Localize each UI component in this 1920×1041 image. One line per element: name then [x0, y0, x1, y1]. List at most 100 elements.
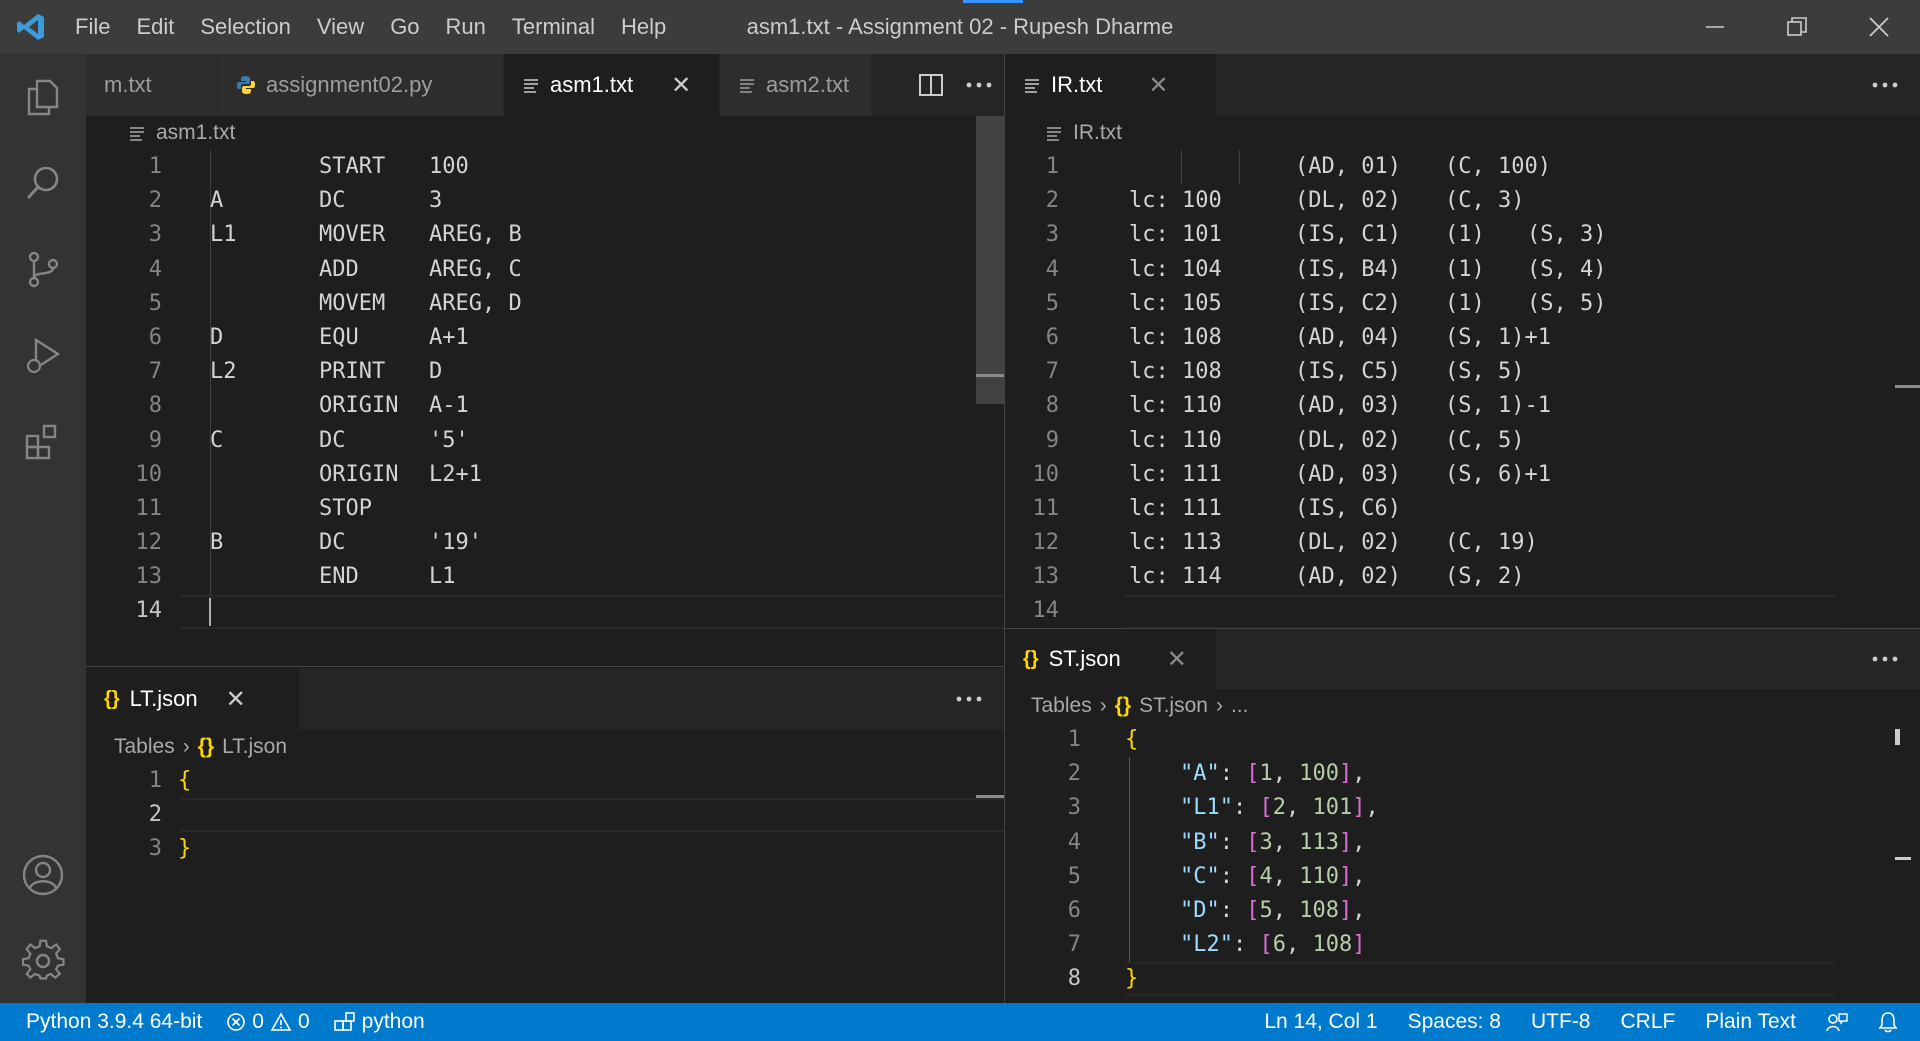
json-number: 113 — [1299, 829, 1339, 855]
menu-run[interactable]: Run — [433, 0, 499, 54]
language-mode[interactable]: Plain Text — [1687, 1003, 1808, 1041]
menu-file[interactable]: File — [62, 0, 123, 54]
error-icon — [227, 1013, 246, 1031]
ir-operand: (S, 1)-1 — [1445, 393, 1551, 419]
minimize-button[interactable] — [1674, 0, 1756, 54]
problems-indicator[interactable]: 0 0 — [214, 1003, 321, 1041]
run-debug-button[interactable] — [0, 312, 86, 398]
code-line: 7 "L2": [6, 108] — [1005, 928, 1920, 962]
menu-selection[interactable]: Selection — [187, 0, 304, 54]
code-line: 11 STOP — [86, 492, 1004, 526]
code-line: 4 lc: 104 (IS, B4) (1) (S, 4) — [1005, 253, 1920, 287]
chevron-right-icon: › — [1099, 694, 1107, 717]
tab-ir-txt[interactable]: IR.txt ✕ — [1005, 54, 1217, 116]
search-button[interactable] — [0, 140, 86, 226]
tab-asm1-txt[interactable]: asm1.txt ✕ — [504, 54, 720, 116]
asm-opcode: START — [319, 154, 386, 179]
settings-button[interactable] — [0, 918, 86, 1004]
python-environment[interactable]: python — [322, 1003, 437, 1041]
ir-opcode: (DL, 02) — [1295, 427, 1401, 453]
extensions-button[interactable] — [0, 398, 86, 484]
tab-m-txt[interactable]: m.txt — [86, 54, 218, 116]
line-number: 12 — [1032, 530, 1060, 556]
breadcrumb-file[interactable]: IR.txt — [1073, 121, 1122, 145]
code-editor-ir[interactable]: 1 (AD, 01) (C, 100) 2 lc: 100 (DL, 02) (C, 3) 3… — [1005, 150, 1920, 628]
breadcrumb-file[interactable]: LT.json — [222, 735, 287, 759]
feedback-button[interactable] — [1808, 1003, 1860, 1041]
more-actions-icon[interactable] — [1872, 81, 1898, 89]
menu-terminal[interactable]: Terminal — [499, 0, 608, 54]
explorer-button[interactable] — [0, 54, 86, 140]
notifications-button[interactable] — [1860, 1003, 1920, 1041]
cursor-position[interactable]: Ln 14, Col 1 — [1252, 1003, 1389, 1041]
breadcrumb-folder[interactable]: Tables — [1031, 694, 1092, 718]
line-number: 8 — [1045, 393, 1059, 419]
code-editor-asm[interactable]: 1 START 100 2 A DC 3 3 L1 MOVER AREG, B 4 ADD AREG, C… — [86, 150, 1004, 666]
asm-label: C — [210, 427, 224, 453]
python-interpreter[interactable]: Python 3.9.4 64-bit — [0, 1003, 214, 1041]
json-entry: "A": [1, 100], — [1180, 757, 1366, 791]
json-colon: : — [1232, 795, 1260, 821]
menu-help[interactable]: Help — [608, 0, 679, 54]
json-number: 100 — [1299, 761, 1339, 787]
code-line: 7 lc: 108 (IS, C5) (S, 5) — [1005, 355, 1920, 389]
code-line: 10 ORIGIN L2+1 — [86, 458, 1004, 492]
editor-splitter[interactable] — [86, 666, 1004, 667]
more-actions-icon[interactable] — [1872, 655, 1898, 663]
tab-actions — [918, 54, 1004, 116]
json-entry: "C": [4, 110], — [1180, 860, 1366, 894]
close-tab-icon[interactable]: ✕ — [1148, 71, 1168, 100]
json-comma: , — [1272, 863, 1300, 889]
line-number: 6 — [148, 324, 162, 350]
accounts-button[interactable] — [0, 832, 86, 918]
breadcrumb-symbol[interactable]: ... — [1231, 694, 1249, 718]
asm-opcode: MOVER — [319, 222, 386, 248]
split-editor-icon[interactable] — [918, 73, 944, 97]
code-editor-st[interactable]: 1 { 2 "A": [1, 100], 3 "L1": [2, 101], 4 "B":… — [1005, 723, 1920, 1003]
menu-view[interactable]: View — [304, 0, 377, 54]
indentation[interactable]: Spaces: 8 — [1390, 1003, 1513, 1041]
tab-assignment02-py[interactable]: assignment02.py — [218, 54, 504, 116]
encoding[interactable]: UTF-8 — [1513, 1003, 1603, 1041]
account-icon — [22, 854, 64, 896]
asm-opcode: EQU — [319, 324, 359, 350]
breadcrumb-folder[interactable]: Tables — [114, 735, 175, 759]
more-actions-icon[interactable] — [956, 695, 982, 703]
ir-operand2: (S, 4) — [1527, 256, 1607, 282]
close-tab-icon[interactable]: ✕ — [671, 71, 691, 100]
code-editor-lt[interactable]: 1 { 2 3 } — [86, 764, 1004, 1003]
breadcrumb-file[interactable]: ST.json — [1139, 694, 1208, 718]
minimap-slider[interactable] — [976, 116, 1004, 404]
source-control-button[interactable] — [0, 226, 86, 312]
close-window-button[interactable] — [1838, 0, 1920, 54]
restore-button[interactable] — [1756, 0, 1838, 54]
scroll-position-marker — [1895, 729, 1900, 745]
tab-actions — [956, 668, 1004, 730]
line-number: 5 — [1067, 863, 1081, 889]
asm-operand: AREG, D — [429, 290, 522, 316]
code-line: 6 lc: 108 (AD, 04) (S, 1)+1 — [1005, 321, 1920, 355]
text-cursor — [209, 598, 211, 626]
line-number: 4 — [1045, 256, 1059, 282]
json-trailing-comma: , — [1352, 863, 1366, 889]
json-key: "A" — [1180, 761, 1220, 787]
tab-lt-json[interactable]: {} LT.json ✕ — [86, 668, 300, 730]
asm-label: B — [210, 530, 224, 556]
end-of-line[interactable]: CRLF — [1602, 1003, 1687, 1041]
json-colon: : — [1219, 761, 1247, 787]
menu-edit[interactable]: Edit — [123, 0, 187, 54]
json-bracket-open: [ — [1246, 897, 1260, 923]
close-tab-icon[interactable]: ✕ — [226, 685, 246, 714]
breadcrumb-file[interactable]: asm1.txt — [156, 121, 235, 145]
close-tab-icon[interactable]: ✕ — [1167, 645, 1187, 674]
json-icon: {} — [197, 735, 215, 758]
code-line: 1 START 100 — [86, 150, 1004, 184]
tab-asm2-txt[interactable]: asm2.txt — [720, 54, 872, 116]
restore-icon — [1787, 17, 1807, 36]
more-actions-icon[interactable] — [966, 81, 992, 89]
text-file-icon — [1025, 79, 1039, 93]
tab-st-json[interactable]: {} ST.json ✕ — [1005, 629, 1217, 689]
menu-go[interactable]: Go — [377, 0, 432, 54]
json-bracket-open: [ — [1246, 761, 1260, 787]
code-line: 1 { — [86, 764, 1004, 798]
